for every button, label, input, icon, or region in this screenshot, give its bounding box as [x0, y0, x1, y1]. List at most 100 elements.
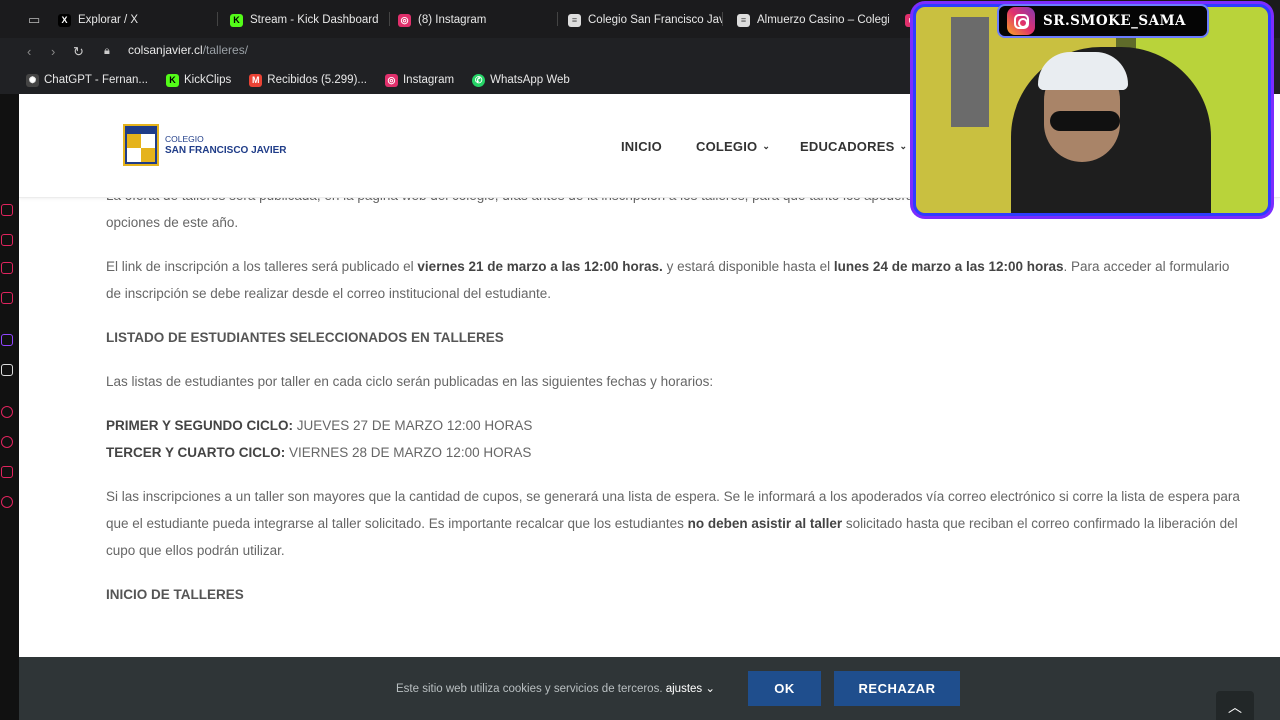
back-icon[interactable]: ‹ — [27, 44, 31, 59]
instagram-icon — [1007, 7, 1035, 35]
cookie-banner: Este sitio web utiliza cookies y servici… — [19, 657, 1280, 720]
school-logo[interactable]: COLEGIO SAN FRANCISCO JAVIER — [123, 124, 287, 166]
crest-icon — [123, 124, 159, 166]
instagram-ring — [1013, 13, 1029, 29]
page-icon: ≡ — [568, 13, 581, 27]
scroll-to-top-icon[interactable]: ︿ — [1216, 691, 1254, 720]
chevron-down-icon: ⌄ — [705, 683, 716, 695]
menu-label: COLEGIO — [696, 139, 758, 154]
bookmark-whatsapp[interactable]: ✆ WhatsApp Web — [472, 73, 570, 87]
clock-icon[interactable] — [1, 436, 13, 448]
screen: ▭ X Explorar / X K Stream - Kick Dashboa… — [0, 0, 1280, 720]
url-field[interactable]: colsanjavier.cl/talleres/ — [128, 43, 248, 57]
instagram-handle-badge: SR.SMOKE_SAMA — [997, 4, 1209, 38]
bookmark-instagram[interactable]: ◎ Instagram — [384, 73, 455, 87]
bookmark-label: Instagram — [402, 74, 455, 86]
reject-button[interactable]: RECHAZAR — [834, 671, 960, 706]
forward-icon[interactable]: › — [51, 44, 55, 59]
bold-date-end: lunes 24 de marzo a las 12:00 horas — [833, 259, 1064, 274]
logo-text: COLEGIO SAN FRANCISCO JAVIER — [165, 133, 287, 157]
tab-list-icon[interactable]: ▭ — [28, 12, 40, 28]
x-icon[interactable] — [1, 364, 13, 376]
dock-icon[interactable] — [1, 204, 13, 216]
settings-label: ajustes — [665, 683, 703, 695]
schedule-list: PRIMER Y SEGUNDO CICLO: JUEVES 27 DE MAR… — [106, 412, 1246, 466]
kick-icon: K — [165, 73, 179, 87]
crest-quarter — [127, 148, 141, 162]
dock-icon[interactable] — [1, 292, 13, 304]
kick-icon: K — [230, 13, 243, 27]
cookie-text: Este sitio web utiliza cookies y servici… — [396, 683, 663, 695]
left-dock-strip — [0, 94, 19, 720]
main-content: OFERTA E INSCRIPCIÓN DE TALLERES La ofer… — [106, 182, 1246, 625]
menu-colegio[interactable]: COLEGIO ⌄ — [696, 139, 770, 154]
heading-listado: LISTADO DE ESTUDIANTES SELECCIONADOS EN … — [106, 330, 504, 345]
cycle-label: TERCER Y CUARTO CICLO: — [106, 445, 286, 460]
tab-title: Almuerzo Casino – Colegi — [757, 14, 889, 26]
chevron-down-icon: ⌄ — [899, 141, 908, 151]
chevron-down-icon: ⌄ — [762, 141, 771, 151]
cycle-label: PRIMER Y SEGUNDO CICLO: — [106, 418, 294, 433]
dock-icon[interactable] — [1, 262, 13, 274]
menu-educadores[interactable]: EDUCADORES ⌄ — [800, 139, 907, 154]
instagram-icon: ◎ — [398, 13, 411, 27]
menu-label: INICIO — [621, 139, 662, 154]
paragraph-listas: Las listas de estudiantes por taller en … — [106, 374, 714, 389]
tab-explorar-x[interactable]: X Explorar / X — [58, 7, 218, 33]
url-host: colsanjavier.cl — [128, 43, 203, 57]
url-path: /talleres/ — [202, 43, 249, 57]
chatgpt-icon: ✺ — [26, 73, 39, 87]
bookmark-label: KickClips — [183, 74, 232, 86]
heading-inicio: INICIO DE TALLERES — [106, 587, 244, 602]
menu-label: EDUCADORES — [800, 139, 895, 154]
bold-warning: no deben asistir al taller — [687, 516, 843, 531]
cycle-date: JUEVES 27 DE MARZO 12:00 HORAS — [293, 418, 533, 433]
tab-kick-dashboard[interactable]: K Stream - Kick Dashboard — [230, 7, 390, 33]
webcam-poster — [951, 17, 989, 127]
dock-icon[interactable] — [1, 406, 13, 418]
tab-colegio[interactable]: ≡ Colegio San Francisco Jav — [568, 7, 723, 33]
cycle-date: VIERNES 28 DE MARZO 12:00 HORAS — [285, 445, 532, 460]
cookie-settings-link[interactable]: ajustes ⌄ — [666, 683, 715, 695]
tab-separator — [722, 12, 723, 26]
reload-icon[interactable]: ↻ — [73, 44, 84, 60]
bookmark-kickclips[interactable]: K KickClips — [165, 73, 232, 87]
dock-icon[interactable] — [1, 466, 13, 478]
twitch-icon[interactable] — [1, 334, 13, 346]
streamer-handle: SR.SMOKE_SAMA — [1043, 13, 1187, 29]
bookmark-label: ChatGPT - Fernan... — [44, 74, 148, 86]
bookmark-chatgpt[interactable]: ✺ ChatGPT - Fernan... — [26, 73, 148, 87]
tab-separator — [557, 12, 558, 26]
lock-icon[interactable]: 🔒︎ — [104, 45, 110, 58]
gear-icon[interactable] — [1, 496, 13, 508]
cookie-text-wrap: Este sitio web utiliza cookies y servici… — [396, 681, 715, 695]
crest-quarter — [141, 134, 155, 148]
text: El link de inscripción a los talleres se… — [106, 259, 418, 274]
tab-almuerzo[interactable]: ≡ Almuerzo Casino – Colegi — [737, 7, 889, 33]
x-icon: X — [58, 13, 71, 27]
tab-title: Stream - Kick Dashboard — [250, 14, 379, 26]
paragraph-espera: Si las inscripciones a un taller son may… — [106, 483, 1246, 564]
menu-inicio[interactable]: INICIO — [621, 139, 662, 154]
crest-quarter — [141, 148, 155, 162]
instagram-icon: ◎ — [384, 73, 398, 87]
gmail-icon: M — [249, 73, 263, 87]
page-icon: ≡ — [737, 13, 750, 27]
tab-separator — [217, 12, 218, 26]
logo-line1: COLEGIO — [165, 134, 204, 144]
tab-separator — [389, 12, 390, 26]
streamer-cap — [1038, 52, 1128, 90]
tab-title: Colegio San Francisco Jav — [588, 14, 723, 26]
bold-date-start: viernes 21 de marzo a las 12:00 horas. — [417, 259, 663, 274]
text: y estará disponible hasta el — [662, 259, 834, 274]
crest-quarter — [127, 134, 141, 148]
bookmark-label: Recibidos (5.299)... — [267, 74, 367, 86]
whatsapp-icon: ✆ — [472, 73, 486, 87]
dock-icon[interactable] — [1, 234, 13, 246]
bookmark-gmail[interactable]: M Recibidos (5.299)... — [249, 73, 367, 87]
tab-title: Explorar / X — [78, 14, 139, 26]
bookmark-label: WhatsApp Web — [490, 74, 570, 86]
ok-button[interactable]: OK — [748, 671, 821, 706]
paragraph-link: El link de inscripción a los talleres se… — [106, 253, 1246, 307]
tab-instagram[interactable]: ◎ (8) Instagram — [398, 7, 558, 33]
